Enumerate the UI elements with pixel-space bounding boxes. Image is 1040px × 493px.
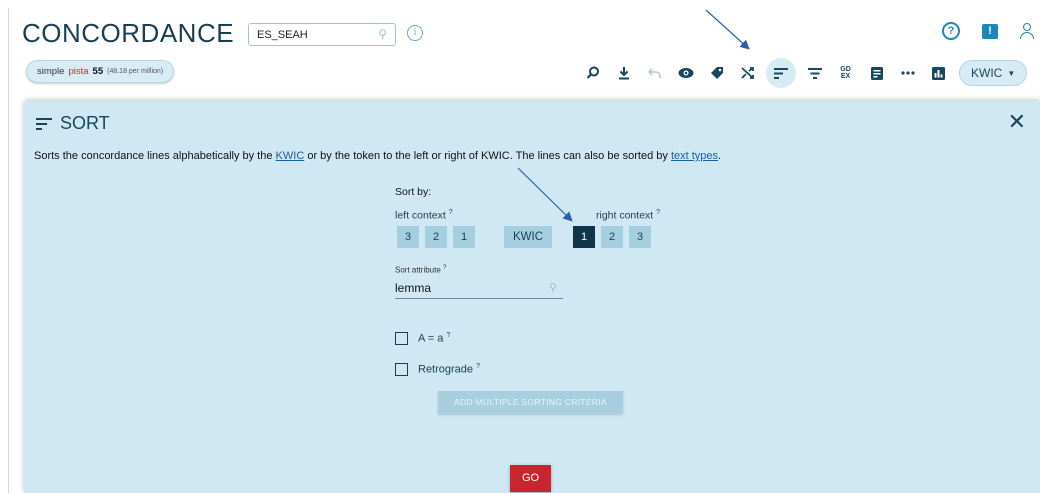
query-word: pista [68, 66, 89, 77]
sort-by-label: Sort by: [395, 186, 432, 198]
frequency-icon[interactable] [926, 59, 951, 87]
download-icon[interactable] [611, 59, 636, 87]
sort-icon[interactable] [766, 58, 796, 88]
per-million: (48.18 per million) [107, 68, 164, 75]
help-icon[interactable]: ? [942, 22, 960, 40]
desc-text-3: . [718, 150, 722, 162]
concordance-toolbar: GDEX KWIC ▼ i [580, 58, 1040, 88]
corpus-info-icon[interactable]: i [407, 25, 423, 41]
left-context-label: left context ? [395, 209, 453, 222]
search-icon: ⚲ [548, 282, 557, 294]
help-mark[interactable]: ? [443, 265, 446, 271]
app-border [8, 8, 9, 493]
top-right-icons: ? ! [942, 22, 1040, 40]
view-mode-dropdown[interactable]: KWIC ▼ [959, 60, 1028, 86]
gdex-top: GD [840, 66, 851, 73]
gdex-bottom: EX [840, 73, 851, 80]
sort-attribute-value: lemma [395, 281, 432, 295]
right-context-label: right context ? [596, 209, 660, 222]
sort-panel: SORT ✕ Sorts the concordance lines alpha… [24, 101, 1040, 493]
help-mark[interactable]: ? [656, 209, 660, 216]
left-context-buttons: 3 2 1 [397, 226, 475, 248]
sort-icon [36, 117, 52, 130]
tag-icon[interactable] [704, 59, 729, 87]
gdex-icon[interactable]: GD EX [833, 59, 858, 87]
panel-header: SORT [36, 113, 110, 134]
left-context-3-button[interactable]: 3 [397, 226, 419, 248]
view-mode-label: KWIC [971, 66, 1003, 80]
go-button[interactable]: GO [510, 465, 551, 492]
right-context-1-button[interactable]: 1 [573, 226, 595, 248]
undo-icon[interactable] [642, 59, 667, 87]
user-icon[interactable] [1020, 23, 1034, 39]
help-mark[interactable]: ? [449, 209, 453, 216]
filter-icon[interactable] [802, 59, 827, 87]
corpus-name: ES_SEAH [257, 28, 308, 41]
page-title: CONCORDANCE [22, 18, 235, 48]
hit-count: 55 [92, 66, 104, 77]
retrograde-option[interactable]: Retrograde ? [395, 363, 480, 376]
feedback-icon[interactable]: ! [982, 23, 998, 39]
help-mark[interactable]: ? [446, 332, 450, 339]
query-type: simple [37, 66, 65, 77]
retrograde-checkbox[interactable] [395, 363, 408, 376]
view-icon[interactable] [673, 59, 698, 87]
kwic-link[interactable]: KWIC [276, 150, 305, 162]
sort-attribute-text: Sort attribute [395, 265, 441, 275]
retrograde-label: Retrograde [418, 363, 474, 376]
page: CONCORDANCE ES_SEAH ⚲ i ? ! simple pista… [0, 0, 1040, 493]
desc-text-2: or by the token to the left or right of … [304, 150, 671, 162]
sort-attribute-input[interactable]: lemma ⚲ [395, 279, 563, 299]
corpus-selector[interactable]: ES_SEAH ⚲ [248, 23, 396, 46]
search-icon: ⚲ [378, 27, 387, 41]
case-insensitive-option[interactable]: A = a ? [395, 332, 450, 345]
kwic-sort-button[interactable]: KWIC [504, 226, 552, 248]
case-insensitive-checkbox[interactable] [395, 332, 408, 345]
panel-description: Sorts the concordance lines alphabetical… [34, 150, 721, 162]
search-icon[interactable] [580, 59, 605, 87]
help-mark[interactable]: ? [476, 363, 480, 370]
left-context-2-button[interactable]: 2 [425, 226, 447, 248]
left-context-text: left context [395, 209, 446, 222]
right-context-2-button[interactable]: 2 [601, 226, 623, 248]
chevron-down-icon: ▼ [1007, 68, 1016, 78]
add-multiple-sorting-criteria-button[interactable]: ADD MULTIPLE SORTING CRITERIA [438, 391, 623, 414]
sort-attribute-label: Sort attribute ? [395, 265, 446, 275]
case-insensitive-label: A = a [418, 332, 444, 345]
arrow-to-sort-icon [705, 9, 750, 50]
query-summary-chip[interactable]: simple pista 55 (48.18 per million) [26, 60, 175, 83]
text-types-icon[interactable] [864, 59, 889, 87]
right-context-3-button[interactable]: 3 [629, 226, 651, 248]
panel-title: SORT [60, 113, 110, 133]
left-context-1-button[interactable]: 1 [453, 226, 475, 248]
collocations-icon[interactable] [895, 59, 920, 87]
shuffle-icon[interactable] [735, 59, 760, 87]
text-types-link[interactable]: text types [671, 150, 718, 162]
right-context-text: right context [596, 209, 654, 222]
close-icon[interactable]: ✕ [1008, 109, 1026, 135]
desc-text-1: Sorts the concordance lines alphabetical… [34, 150, 276, 162]
right-context-buttons: 1 2 3 [573, 226, 651, 248]
